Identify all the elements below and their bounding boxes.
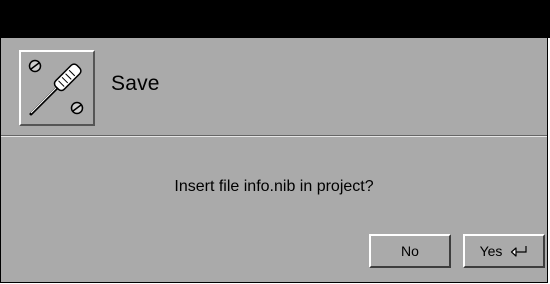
- header-divider: [1, 135, 547, 137]
- save-dialog: Save Insert file info.nib in project? No…: [0, 38, 548, 283]
- yes-button[interactable]: Yes: [463, 234, 545, 268]
- yes-button-label: Yes: [479, 243, 503, 259]
- dialog-message: Insert file info.nib in project?: [174, 178, 374, 195]
- no-button-label: No: [401, 243, 419, 259]
- screwdriver-icon: [19, 50, 95, 126]
- dialog-title: Save: [111, 72, 160, 95]
- dialog-header: Save: [1, 38, 547, 135]
- no-button[interactable]: No: [369, 234, 451, 268]
- window-titlebar[interactable]: [0, 0, 550, 38]
- return-key-icon: [511, 246, 528, 257]
